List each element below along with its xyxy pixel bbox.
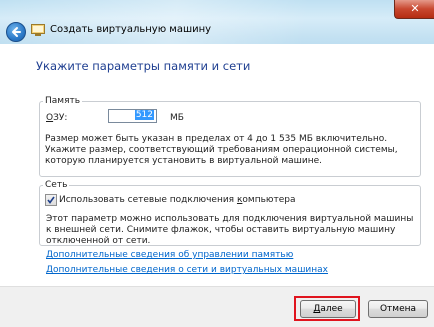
memory-description: Размер может быть указан в пределах от 4… — [45, 134, 398, 166]
ram-value: 512 — [134, 110, 154, 120]
network-checkbox-label[interactable]: Использовать сетевые подключения компьют… — [59, 195, 295, 205]
checkmark-icon — [47, 196, 55, 204]
memory-info-link[interactable]: Дополнительные сведения об управлении па… — [46, 250, 293, 260]
cancel-button[interactable]: Отмена — [368, 300, 428, 318]
checkbox-label-part2: омпьютера — [242, 195, 296, 205]
page-title: Укажите параметры памяти и сети — [36, 59, 251, 73]
checkbox-label-part1: Использовать сетевые подключения — [59, 195, 237, 205]
ram-input[interactable]: 512 — [108, 109, 157, 123]
network-checkbox[interactable] — [45, 194, 57, 206]
ram-unit: МБ — [170, 113, 184, 123]
back-button[interactable] — [6, 22, 26, 42]
virtual-machine-icon — [31, 24, 45, 36]
ram-label: ОЗУ: — [46, 113, 67, 123]
close-button[interactable]: ✕ — [394, 0, 434, 19]
network-group-label: Сеть — [43, 180, 70, 190]
window-title: Создать виртуальную машину — [50, 24, 212, 35]
ram-label-rest: ЗУ: — [53, 113, 68, 123]
close-icon: ✕ — [410, 2, 420, 15]
network-info-link[interactable]: Дополнительные сведения о сети и виртуал… — [46, 265, 328, 275]
next-button-label: алее — [320, 304, 343, 314]
network-description: Этот параметр можно использовать для под… — [46, 214, 414, 246]
back-arrow-icon — [12, 27, 21, 37]
memory-group-label: Память — [43, 96, 83, 106]
next-button[interactable]: Далее — [300, 300, 356, 318]
